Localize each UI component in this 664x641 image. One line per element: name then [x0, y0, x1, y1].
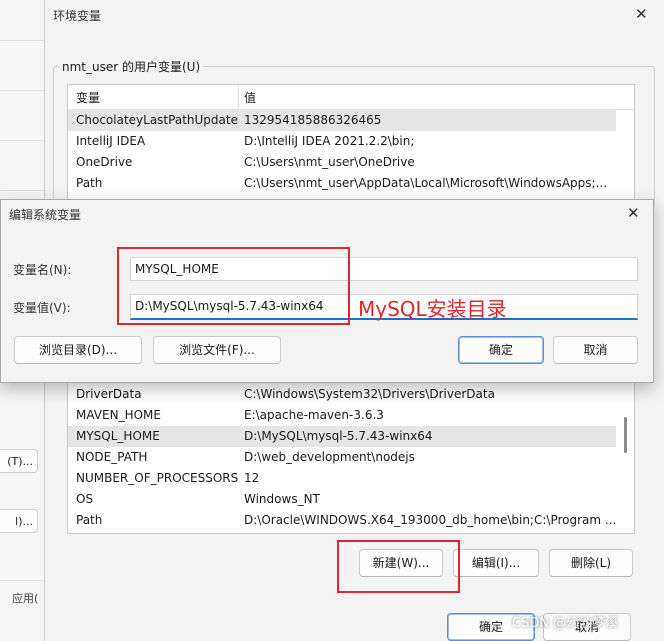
table-row-selected[interactable]: MYSQL_HOME D:\MySQL\mysql-5.7.43-winx64 [68, 426, 616, 447]
edit-dialog-title: 编辑系统变量 [9, 208, 82, 222]
var-value: 12 [244, 471, 260, 485]
user-vars-label: nmt_user 的用户变量(U) [59, 58, 204, 75]
var-name: Path [76, 513, 103, 527]
table-row[interactable]: ChocolateyLastPathUpdate 132954185886326… [68, 110, 616, 131]
var-name: MAVEN_HOME [76, 408, 161, 422]
var-value: D:\MySQL\mysql-5.7.43-winx64 [244, 429, 433, 443]
table-row[interactable]: DriverData C:\Windows\System32\Drivers\D… [68, 384, 616, 405]
var-value: D:\Oracle\WINDOWS.X64_193000_db_home\bin… [244, 513, 617, 527]
close-icon[interactable]: ✕ [627, 204, 640, 222]
annotation-text: MySQL安装目录 [358, 297, 507, 321]
table-header: 变量 值 [68, 85, 634, 110]
var-name: OneDrive [76, 155, 133, 169]
var-value: D:\web_development\nodejs [244, 450, 415, 464]
dialog-title: 环境变量 [53, 9, 102, 23]
divider [0, 580, 44, 581]
browse-file-button[interactable]: 浏览文件(F)... [153, 336, 281, 364]
edit-cancel-button[interactable]: 取消 [553, 336, 638, 364]
var-name: NUMBER_OF_PROCESSORS [76, 471, 239, 485]
var-name: ChocolateyLastPathUpdate [76, 113, 238, 127]
table-row[interactable]: MAVEN_HOME E:\apache-maven-3.6.3 [68, 405, 616, 426]
table-row[interactable]: OS Windows_NT [68, 489, 616, 510]
var-name: NODE_PATH [76, 450, 148, 464]
var-name: OS [76, 492, 94, 506]
table-row[interactable]: NODE_PATH D:\web_development\nodejs [68, 447, 616, 468]
table-row[interactable]: IntelliJ IDEA D:\IntelliJ IDEA 2021.2.2\… [68, 131, 616, 152]
annotation-highlight-new [337, 540, 460, 593]
var-name: MYSQL_HOME [76, 429, 160, 443]
var-value: 132954185886326465 [244, 113, 382, 127]
var-value: Windows_NT [244, 492, 320, 506]
column-header-name[interactable]: 变量 [76, 89, 100, 106]
column-separator[interactable] [238, 85, 239, 109]
var-name: DriverData [76, 387, 142, 401]
var-value: C:\Users\nmt_user\OneDrive [244, 155, 415, 169]
table-row[interactable]: OneDrive C:\Users\nmt_user\OneDrive [68, 152, 616, 173]
var-value: D:\IntelliJ IDEA 2021.2.2\bin; [244, 134, 415, 148]
background-apply-label: 应用( [12, 592, 39, 605]
divider [0, 140, 44, 141]
column-header-value[interactable]: 值 [244, 89, 256, 106]
edit-ok-button[interactable]: 确定 [458, 336, 544, 364]
table-row[interactable]: Path C:\Users\nmt_user\AppData\Local\Mic… [68, 173, 616, 194]
browse-directory-button[interactable]: 浏览目录(D)... [14, 336, 142, 364]
var-name: IntelliJ IDEA [76, 134, 146, 148]
close-icon[interactable]: ✕ [635, 5, 648, 23]
var-value: C:\Users\nmt_user\AppData\Local\Microsof… [244, 176, 608, 190]
background-button-1[interactable]: (T)... [0, 449, 38, 473]
variable-value-label: 变量值(V): [13, 301, 71, 315]
scrollbar-thumb[interactable] [624, 417, 627, 453]
table-row[interactable]: Path D:\Oracle\WINDOWS.X64_193000_db_hom… [68, 510, 616, 531]
divider [0, 190, 44, 191]
var-name: Path [76, 176, 103, 190]
background-button-2[interactable]: l)... [0, 509, 38, 533]
divider [0, 40, 44, 41]
annotation-highlight-fields [117, 247, 350, 325]
var-value: C:\Windows\System32\Drivers\DriverData [244, 387, 495, 401]
divider [0, 90, 44, 91]
table-row[interactable]: NUMBER_OF_PROCESSORS 12 [68, 468, 616, 489]
delete-button[interactable]: 删除(L) [549, 549, 633, 577]
var-value: E:\apache-maven-3.6.3 [244, 408, 384, 422]
edit-button[interactable]: 编辑(I)... [453, 549, 539, 577]
system-vars-table: DriverData C:\Windows\System32\Drivers\D… [67, 380, 635, 534]
watermark: CSDN @幻沙梦溪 [512, 616, 619, 631]
variable-name-label: 变量名(N): [13, 263, 72, 277]
user-vars-table: 变量 值 ChocolateyLastPathUpdate 1329541858… [67, 84, 635, 206]
